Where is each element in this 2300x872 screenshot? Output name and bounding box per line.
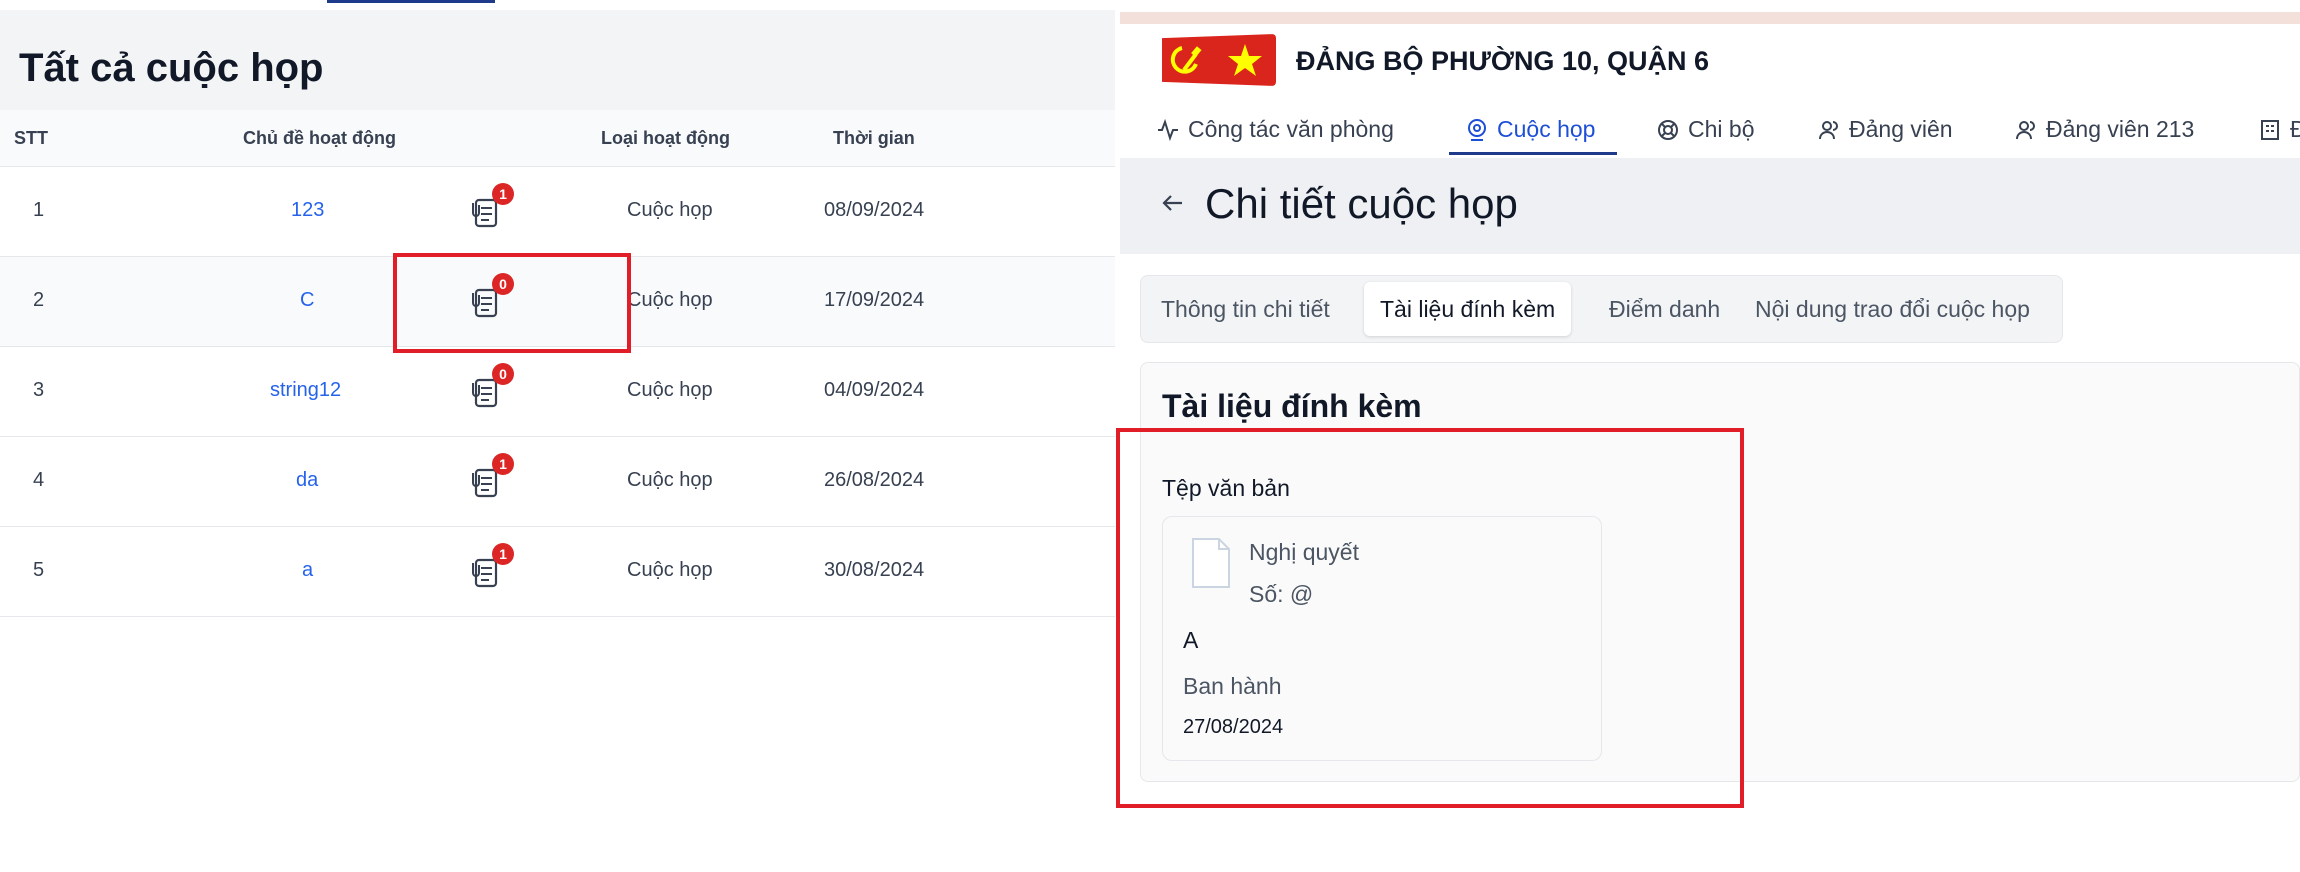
attachment-count-badge: 1 [492,543,514,565]
table-row[interactable]: 4 da 1 Cuộc họp 26/08/2024 [0,437,1115,527]
row-date: 30/08/2024 [824,559,925,581]
row-type: Cuộc họp [627,289,713,311]
row-date: 26/08/2024 [824,469,925,491]
nav-label: Đảng viên 213 [2046,116,2195,142]
table-row[interactable]: 5 a 1 Cuộc họp 30/08/2024 [0,527,1115,617]
tab-thong-tin-chi-tiet[interactable]: Thông tin chi tiết [1145,282,1346,336]
nav-item-chi-bo[interactable]: Chi bộ [1656,116,1754,143]
row-type: Cuộc họp [627,379,713,401]
row-date: 08/09/2024 [824,199,925,221]
card-title: Tài liệu đính kèm [1162,388,1422,424]
nav-label: Cuộc họp [1497,116,1596,142]
nav-label: Chi bộ [1688,116,1755,142]
detail-header: Chi tiết cuộc họp [1120,158,2300,254]
user-icon [2016,120,2035,139]
flag-emblems [1170,44,1262,76]
nav-item-truncated[interactable]: Đ [2258,116,2300,143]
attachment-count-badge: 1 [492,183,514,205]
webcam-icon [1468,118,1486,141]
detail-page-title: Chi tiết cuộc họp [1205,180,1518,227]
table-header: STT Chủ đề hoạt động Loại hoạt động Thời… [0,110,1115,167]
building-icon [2261,119,2279,140]
attachment-count-badge: 1 [492,453,514,475]
tab-diem-danh[interactable]: Điểm danh [1593,282,1736,336]
column-header-type: Loại hoạt động [601,128,730,148]
row-stt: 4 [33,469,45,491]
nav-label: Đảng viên [1849,116,1953,142]
nav-item-dang-vien[interactable]: Đảng viên [1817,116,1953,143]
column-header-topic: Chủ đề hoạt động [243,128,396,148]
row-topic-link[interactable]: a [302,559,313,582]
lifebuoy-icon [1658,119,1678,140]
row-topic-link[interactable]: string12 [270,379,341,402]
highlight-box [393,253,631,353]
activity-icon [1158,118,1178,141]
page-title: Tất cả cuộc họp [19,46,324,90]
user-icon [1819,120,1838,139]
column-header-time: Thời gian [833,128,915,148]
meetings-list-panel: Tất cả cuộc họp STT Chủ đề hoạt động Loạ… [0,0,1115,872]
row-topic-link[interactable]: 123 [291,199,324,222]
row-topic-link[interactable]: da [296,469,318,492]
row-stt: 1 [33,199,45,221]
screenshot-root: Tất cả cuộc họp STT Chủ đề hoạt động Loạ… [0,0,2300,872]
table-row[interactable]: 1 123 1 Cuộc họp 08/09/2024 [0,167,1115,257]
main-nav: Công tác văn phòng Cuộc họp Chi bộ Đảng … [1120,104,2300,158]
detail-tabs: Thông tin chi tiết Tài liệu đính kèm Điể… [1140,275,2063,343]
organization-title: ĐẢNG BỘ PHƯỜNG 10, QUẬN 6 [1296,46,1709,76]
list-header: Tất cả cuộc họp [0,10,1115,110]
tab-tai-lieu-dinh-kem[interactable]: Tài liệu đính kèm [1364,282,1572,336]
highlight-box [1116,428,1744,808]
row-topic-link[interactable]: C [300,289,314,312]
nav-item-dang-vien-213[interactable]: Đảng viên 213 [2014,116,2194,143]
row-type: Cuộc họp [627,469,713,491]
table-row[interactable]: 3 string12 0 Cuộc họp 04/09/2024 [0,347,1115,437]
nav-label: Đ [2290,116,2300,142]
nav-item-cong-tac-van-phong[interactable]: Công tác văn phòng [1156,116,1394,143]
tab-noi-dung-trao-doi[interactable]: Nội dung trao đổi cuộc họp [1739,282,2046,336]
row-stt: 3 [33,379,45,401]
column-header-stt: STT [14,128,48,148]
active-nav-indicator [1449,152,1617,155]
row-date: 17/09/2024 [824,289,925,311]
attachment-count-badge: 0 [492,363,514,385]
active-tab-indicator [327,0,495,3]
row-type: Cuộc họp [627,199,713,221]
top-accent-bar [1120,12,2300,24]
row-stt: 5 [33,559,45,581]
row-stt: 2 [33,289,45,311]
back-arrow-icon[interactable] [1160,190,1186,216]
nav-label: Công tác văn phòng [1188,116,1394,142]
vietnam-party-flag-icon [1162,34,1276,86]
row-type: Cuộc họp [627,559,713,581]
nav-item-cuoc-hop[interactable]: Cuộc họp [1465,116,1595,143]
row-date: 04/09/2024 [824,379,925,401]
